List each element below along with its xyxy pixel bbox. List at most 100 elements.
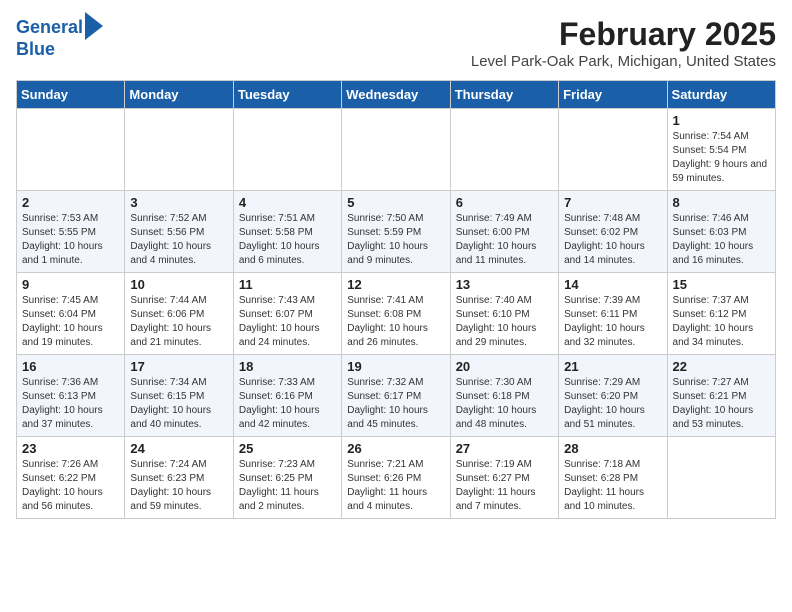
calendar-day-cell: 14Sunrise: 7:39 AM Sunset: 6:11 PM Dayli…	[559, 273, 667, 355]
calendar-day-cell: 4Sunrise: 7:51 AM Sunset: 5:58 PM Daylig…	[233, 191, 341, 273]
day-number: 12	[347, 277, 444, 292]
day-number: 13	[456, 277, 553, 292]
day-info: Sunrise: 7:51 AM Sunset: 5:58 PM Dayligh…	[239, 212, 336, 268]
calendar-day-cell: 1 Sunrise: 7:54 AM Sunset: 5:54 PM Daylig…	[667, 109, 775, 191]
calendar-day-cell: 6 Sunrise: 7:49 AM Sunset: 6:00 PM Daylig…	[450, 191, 558, 273]
day-number: 7	[564, 195, 661, 210]
day-info: Sunrise: 7:53 AM Sunset: 5:55 PM Dayligh…	[22, 212, 119, 268]
day-number: 28	[564, 441, 661, 456]
day-number: 21	[564, 359, 661, 374]
day-info: Sunrise: 7:46 AM Sunset: 6:03 PM Dayligh…	[673, 212, 770, 268]
day-info: Sunrise: 7:27 AM Sunset: 6:21 PM Dayligh…	[673, 376, 770, 432]
day-info: Sunrise: 7:37 AM Sunset: 6:12 PM Dayligh…	[673, 294, 770, 350]
calendar-day-cell	[342, 109, 450, 191]
calendar-day-cell: 7 Sunrise: 7:48 AM Sunset: 6:02 PM Daylig…	[559, 191, 667, 273]
day-number: 16	[22, 359, 119, 374]
day-info: Sunrise: 7:18 AM Sunset: 6:28 PM Dayligh…	[564, 458, 661, 514]
calendar-day-cell	[667, 437, 775, 519]
calendar-day-cell: 23 Sunrise: 7:26 AM Sunset: 6:22 PM Dayli…	[17, 437, 125, 519]
calendar-day-cell: 25 Sunrise: 7:23 AM Sunset: 6:25 PM Dayli…	[233, 437, 341, 519]
day-info: Sunrise: 7:30 AM Sunset: 6:18 PM Dayligh…	[456, 376, 553, 432]
day-info: Sunrise: 7:29 AM Sunset: 6:20 PM Dayligh…	[564, 376, 661, 432]
month-title: February 2025	[471, 16, 776, 53]
weekday-header-cell: Tuesday	[233, 81, 341, 109]
day-info: Sunrise: 7:40 AM Sunset: 6:10 PM Dayligh…	[456, 294, 553, 350]
day-number: 20	[456, 359, 553, 374]
calendar-day-cell: 22Sunrise: 7:27 AM Sunset: 6:21 PM Dayli…	[667, 355, 775, 437]
weekday-header-cell: Saturday	[667, 81, 775, 109]
calendar-day-cell: 21 Sunrise: 7:29 AM Sunset: 6:20 PM Dayli…	[559, 355, 667, 437]
day-number: 2	[22, 195, 119, 210]
calendar-week-row: 23 Sunrise: 7:26 AM Sunset: 6:22 PM Dayli…	[17, 437, 776, 519]
calendar-day-cell: 28 Sunrise: 7:18 AM Sunset: 6:28 PM Dayli…	[559, 437, 667, 519]
calendar-week-row: 16 Sunrise: 7:36 AM Sunset: 6:13 PM Dayli…	[17, 355, 776, 437]
logo: General Blue	[16, 16, 103, 60]
day-number: 9	[22, 277, 119, 292]
calendar-day-cell: 24Sunrise: 7:24 AM Sunset: 6:23 PM Dayli…	[125, 437, 233, 519]
day-number: 27	[456, 441, 553, 456]
day-info: Sunrise: 7:54 AM Sunset: 5:54 PM Dayligh…	[673, 130, 770, 186]
day-info: Sunrise: 7:44 AM Sunset: 6:06 PM Dayligh…	[130, 294, 227, 350]
day-number: 18	[239, 359, 336, 374]
day-number: 6	[456, 195, 553, 210]
day-info: Sunrise: 7:49 AM Sunset: 6:00 PM Dayligh…	[456, 212, 553, 268]
calendar-day-cell: 5 Sunrise: 7:50 AM Sunset: 5:59 PM Daylig…	[342, 191, 450, 273]
day-number: 8	[673, 195, 770, 210]
calendar-day-cell: 26 Sunrise: 7:21 AM Sunset: 6:26 PM Dayli…	[342, 437, 450, 519]
calendar-day-cell	[125, 109, 233, 191]
day-info: Sunrise: 7:19 AM Sunset: 6:27 PM Dayligh…	[456, 458, 553, 514]
day-number: 17	[130, 359, 227, 374]
day-number: 25	[239, 441, 336, 456]
day-info: Sunrise: 7:32 AM Sunset: 6:17 PM Dayligh…	[347, 376, 444, 432]
weekday-header-cell: Sunday	[17, 81, 125, 109]
day-number: 1	[673, 113, 770, 128]
day-info: Sunrise: 7:26 AM Sunset: 6:22 PM Dayligh…	[22, 458, 119, 514]
calendar-day-cell: 20 Sunrise: 7:30 AM Sunset: 6:18 PM Dayli…	[450, 355, 558, 437]
calendar-week-row: 1 Sunrise: 7:54 AM Sunset: 5:54 PM Daylig…	[17, 109, 776, 191]
calendar-day-cell	[559, 109, 667, 191]
calendar-day-cell: 3 Sunrise: 7:52 AM Sunset: 5:56 PM Daylig…	[125, 191, 233, 273]
logo-text-blue: Blue	[16, 40, 55, 60]
weekday-header-cell: Monday	[125, 81, 233, 109]
calendar-table: SundayMondayTuesdayWednesdayThursdayFrid…	[16, 80, 776, 519]
day-number: 10	[130, 277, 227, 292]
day-info: Sunrise: 7:50 AM Sunset: 5:59 PM Dayligh…	[347, 212, 444, 268]
day-number: 5	[347, 195, 444, 210]
day-number: 26	[347, 441, 444, 456]
weekday-header-cell: Friday	[559, 81, 667, 109]
calendar-day-cell: 27 Sunrise: 7:19 AM Sunset: 6:27 PM Dayli…	[450, 437, 558, 519]
calendar-day-cell: 19 Sunrise: 7:32 AM Sunset: 6:17 PM Dayli…	[342, 355, 450, 437]
day-info: Sunrise: 7:21 AM Sunset: 6:26 PM Dayligh…	[347, 458, 444, 514]
logo-arrow-icon	[85, 12, 103, 40]
calendar-week-row: 9Sunrise: 7:45 AM Sunset: 6:04 PM Daylig…	[17, 273, 776, 355]
day-number: 14	[564, 277, 661, 292]
calendar-body: 1 Sunrise: 7:54 AM Sunset: 5:54 PM Daylig…	[17, 109, 776, 519]
calendar-day-cell: 10 Sunrise: 7:44 AM Sunset: 6:06 PM Dayli…	[125, 273, 233, 355]
day-info: Sunrise: 7:43 AM Sunset: 6:07 PM Dayligh…	[239, 294, 336, 350]
day-info: Sunrise: 7:52 AM Sunset: 5:56 PM Dayligh…	[130, 212, 227, 268]
day-number: 23	[22, 441, 119, 456]
calendar-day-cell: 8 Sunrise: 7:46 AM Sunset: 6:03 PM Daylig…	[667, 191, 775, 273]
day-number: 19	[347, 359, 444, 374]
title-area: February 2025 Level Park-Oak Park, Michi…	[471, 16, 776, 70]
calendar-day-cell: 12 Sunrise: 7:41 AM Sunset: 6:08 PM Dayli…	[342, 273, 450, 355]
day-number: 15	[673, 277, 770, 292]
day-info: Sunrise: 7:41 AM Sunset: 6:08 PM Dayligh…	[347, 294, 444, 350]
weekday-header-cell: Wednesday	[342, 81, 450, 109]
day-number: 3	[130, 195, 227, 210]
day-info: Sunrise: 7:48 AM Sunset: 6:02 PM Dayligh…	[564, 212, 661, 268]
calendar-day-cell: 18 Sunrise: 7:33 AM Sunset: 6:16 PM Dayli…	[233, 355, 341, 437]
day-info: Sunrise: 7:23 AM Sunset: 6:25 PM Dayligh…	[239, 458, 336, 514]
weekday-header-row: SundayMondayTuesdayWednesdayThursdayFrid…	[17, 81, 776, 109]
calendar-day-cell: 15 Sunrise: 7:37 AM Sunset: 6:12 PM Dayli…	[667, 273, 775, 355]
day-info: Sunrise: 7:36 AM Sunset: 6:13 PM Dayligh…	[22, 376, 119, 432]
calendar-week-row: 2 Sunrise: 7:53 AM Sunset: 5:55 PM Daylig…	[17, 191, 776, 273]
calendar-day-cell: 13 Sunrise: 7:40 AM Sunset: 6:10 PM Dayli…	[450, 273, 558, 355]
weekday-header-cell: Thursday	[450, 81, 558, 109]
day-info: Sunrise: 7:33 AM Sunset: 6:16 PM Dayligh…	[239, 376, 336, 432]
calendar-day-cell: 16 Sunrise: 7:36 AM Sunset: 6:13 PM Dayli…	[17, 355, 125, 437]
calendar-day-cell	[233, 109, 341, 191]
day-info: Sunrise: 7:34 AM Sunset: 6:15 PM Dayligh…	[130, 376, 227, 432]
logo-text: General	[16, 18, 83, 38]
location: Level Park-Oak Park, Michigan, United St…	[471, 53, 776, 70]
